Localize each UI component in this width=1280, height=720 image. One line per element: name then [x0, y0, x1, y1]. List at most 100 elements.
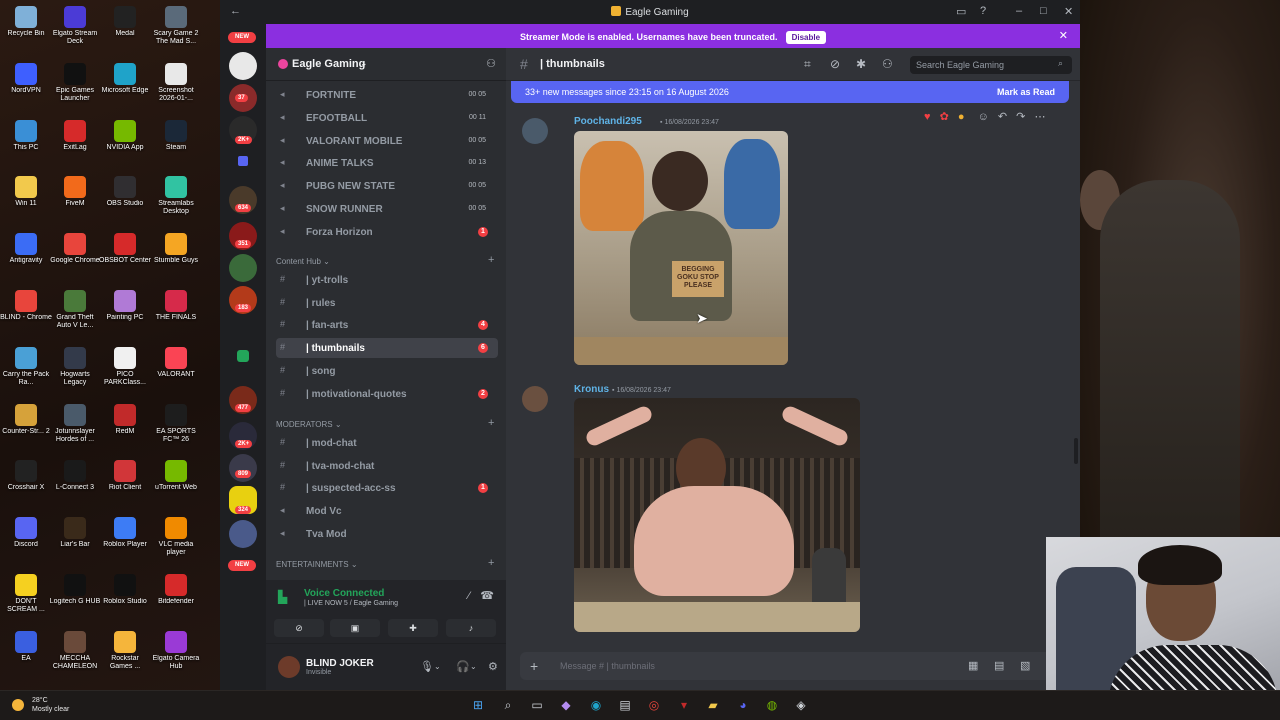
activities-button[interactable]: ✚ — [388, 619, 438, 637]
disconnect-icon[interactable]: ☎ — [480, 589, 494, 602]
maximize-button[interactable]: □ — [1040, 5, 1047, 17]
server-icon[interactable] — [229, 52, 257, 80]
disable-streamer-mode-button[interactable]: Disable — [785, 31, 827, 44]
message-author[interactable]: Kronus — [574, 384, 609, 395]
desktop-icon[interactable]: EA — [0, 630, 52, 663]
add-channel-icon[interactable]: + — [488, 254, 494, 266]
start-menu-icon[interactable]: ⊞ — [470, 697, 486, 713]
server-icon[interactable] — [229, 520, 257, 548]
threads-icon[interactable]: ⌗ — [804, 57, 811, 72]
desktop-icon[interactable]: PICO PARKClass... — [99, 346, 151, 387]
sticker-icon[interactable]: ▧ — [1020, 659, 1030, 672]
desktop-icon[interactable]: Crosshair X — [0, 460, 52, 492]
desktop-icon[interactable]: Roblox Player — [99, 517, 151, 549]
desktop-icon[interactable]: Screenshot 2026-01-... — [150, 62, 202, 103]
category-entertainments[interactable]: ENTERTAINMENTS ⌄ — [276, 560, 358, 569]
desktop-icon[interactable]: Elgato Camera Hub — [150, 630, 202, 671]
gif-icon[interactable]: ▤ — [994, 659, 1004, 672]
reaction-icon[interactable]: ✿ — [940, 111, 949, 123]
desktop-icon[interactable]: Carry the Pack Ra... — [0, 346, 52, 387]
category-moderators[interactable]: MODERATORS ⌄ — [276, 420, 342, 429]
desktop-icon[interactable]: OBS Studio — [99, 176, 151, 208]
desktop-icon[interactable]: NordVPN — [0, 62, 52, 95]
voice-channel[interactable]: ◂ SNOW RUNNER 00 05 — [276, 199, 498, 219]
desktop-icon[interactable]: Streamlabs Desktop — [150, 176, 202, 216]
settings-gear-icon[interactable]: ⚙ — [488, 660, 498, 673]
valorant-icon[interactable]: ▾ — [676, 697, 692, 713]
voice-status[interactable]: Voice Connected — [304, 588, 384, 599]
server-header[interactable]: Eagle Gaming ⌄ ⚇ — [266, 48, 506, 81]
text-channel[interactable]: # | thumbnails 6 — [276, 338, 498, 359]
desktop-icon[interactable]: OBSBOT Center — [99, 233, 151, 265]
text-channel[interactable]: # | fan-arts 4 — [276, 315, 498, 335]
store-icon[interactable]: ▤ — [617, 697, 633, 713]
desktop-icon[interactable]: EA SPORTS FC™ 26 — [150, 403, 202, 444]
reply-icon[interactable]: ↶ — [998, 111, 1007, 123]
close-button[interactable]: ✕ — [1064, 5, 1073, 18]
chevron-down-icon[interactable]: ⌄ — [470, 662, 477, 671]
desktop-icon[interactable]: Recycle Bin — [0, 6, 52, 38]
message-composer[interactable]: + Message # | thumbnails ▦ ▤ ▧ ☺ — [520, 652, 1066, 680]
voice-channel[interactable]: ◂ PUBG NEW STATE 00 05 — [276, 176, 498, 196]
message-author[interactable]: Poochandi295 — [574, 116, 642, 127]
minimize-button[interactable]: – — [1016, 5, 1022, 17]
camera-off-button[interactable]: ⊘ — [274, 619, 324, 637]
new-messages-bar[interactable]: 33+ new messages since 23:15 on 16 Augus… — [511, 81, 1069, 103]
app-taskbar-icon[interactable]: ◍ — [764, 697, 780, 713]
desktop-icon[interactable]: Bitdefender — [150, 574, 202, 606]
moderator-channel[interactable]: ◂ Mod Vc — [276, 501, 498, 521]
desktop-icon[interactable]: Antigravity — [0, 233, 52, 265]
app-taskbar-icon[interactable]: ◈ — [793, 697, 809, 713]
soundboard-button[interactable]: ♪ — [446, 619, 496, 637]
folder-icon[interactable] — [237, 350, 249, 362]
desktop-icon[interactable]: FiveM — [49, 176, 101, 208]
headphones-icon[interactable]: 🎧 — [456, 660, 470, 673]
invite-icon[interactable]: ⚇ — [486, 57, 496, 70]
desktop-icon[interactable]: Jotunnslayer Hordes of ... — [49, 403, 101, 444]
screen-share-button[interactable]: ▣ — [330, 619, 380, 637]
desktop-icon[interactable]: Discord — [0, 517, 52, 549]
voice-channel[interactable]: ◂ VALORANT MOBILE 00 05 — [276, 131, 498, 151]
desktop-icon[interactable]: Elgato Stream Deck — [49, 6, 101, 46]
text-channel[interactable]: # | yt-trolls — [276, 270, 498, 290]
desktop-icon[interactable]: L-Connect 3 — [49, 460, 101, 492]
more-options-icon[interactable]: ⋯ — [1034, 111, 1045, 123]
desktop-icon[interactable]: uTorrent Web — [150, 460, 202, 492]
desktop-icon[interactable]: VALORANT — [150, 346, 202, 379]
message-input[interactable]: Message # | thumbnails — [560, 661, 655, 671]
desktop-icon[interactable]: THE FINALS — [150, 290, 202, 322]
desktop-icon[interactable]: Roblox Studio — [99, 574, 151, 606]
add-reaction-icon[interactable]: ☺ — [978, 111, 989, 123]
heart-reaction-icon[interactable]: ♥ — [924, 111, 931, 123]
search-input[interactable]: Search Eagle Gaming — [910, 56, 1072, 74]
folder-icon[interactable] — [238, 156, 248, 166]
inbox-icon[interactable]: ▭ — [956, 5, 966, 18]
gift-icon[interactable]: ▦ — [968, 659, 978, 672]
desktop-icon[interactable]: Stumble Guys — [150, 233, 202, 265]
voice-channel-name[interactable]: | LIVE NOW 5 / Eagle Gaming — [304, 600, 398, 607]
noise-suppression-icon[interactable]: ⁄ — [468, 590, 470, 602]
message-image[interactable]: BEGGING GOKU STOP PLEASE — [574, 131, 788, 365]
desktop-icon[interactable]: Medal — [99, 6, 151, 38]
search-icon[interactable]: ⌕ — [500, 697, 516, 713]
attach-plus-icon[interactable]: + — [530, 658, 538, 674]
desktop-icon[interactable]: Hogwarts Legacy — [49, 346, 101, 387]
desktop-icon[interactable]: ExitLag — [49, 119, 101, 152]
desktop-icon[interactable]: Grand Theft Auto V Le... — [49, 290, 101, 330]
message-image[interactable] — [574, 398, 860, 632]
text-channel[interactable]: # | song — [276, 361, 498, 381]
voice-channel[interactable]: ◂ ANIME TALKS 00 13 — [276, 153, 498, 173]
desktop-icon[interactable]: Rockstar Games ... — [99, 630, 151, 671]
voice-channel[interactable]: ◂ FORTNITE 00 05 — [276, 85, 498, 105]
desktop-icon[interactable]: Logitech G HUB — [49, 574, 101, 606]
desktop-icon[interactable]: Microsoft Edge — [99, 62, 151, 95]
desktop-icon[interactable]: DON'T SCREAM ... — [0, 574, 52, 614]
members-icon[interactable]: ⚇ — [882, 57, 893, 71]
voice-channel[interactable]: ◂ Forza Horizon 1 — [276, 222, 498, 242]
avatar[interactable] — [522, 118, 548, 144]
edge-icon[interactable]: ◉ — [588, 697, 604, 713]
username[interactable]: BLIND JOKER — [306, 658, 374, 669]
desktop-icon[interactable]: Google Chrome — [49, 233, 101, 265]
desktop-icon[interactable]: Epic Games Launcher — [49, 62, 101, 103]
desktop-icon[interactable]: This PC — [0, 119, 52, 152]
